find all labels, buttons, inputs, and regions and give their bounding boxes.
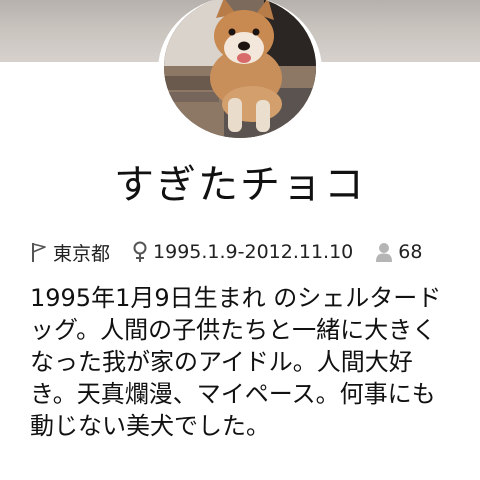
profile-name: すぎたチョコ bbox=[114, 162, 366, 208]
profile-page: すぎたチョコ 東京都 1995.1.9-2012.11.10 68 1995年1… bbox=[0, 0, 480, 480]
location-text: 東京都 bbox=[53, 242, 111, 265]
person-icon bbox=[375, 242, 393, 262]
followers-count: 68 bbox=[398, 241, 423, 263]
location-item: 東京都 bbox=[30, 239, 110, 266]
followers-item[interactable]: 68 bbox=[375, 241, 422, 263]
dates-item: 1995.1.9-2012.11.10 bbox=[132, 241, 353, 263]
avatar[interactable] bbox=[164, 0, 316, 138]
profile-bio: 1995年1月9日生まれ のシェルタードッグ。人間の子供たちと一緒に大きくなった… bbox=[30, 284, 442, 440]
dates-text: 1995.1.9-2012.11.10 bbox=[153, 241, 354, 263]
flag-icon bbox=[30, 241, 48, 263]
female-icon bbox=[132, 241, 148, 263]
profile-meta: 東京都 1995.1.9-2012.11.10 68 bbox=[30, 238, 422, 266]
dog-photo bbox=[164, 0, 316, 138]
avatar-frame bbox=[158, 0, 322, 144]
